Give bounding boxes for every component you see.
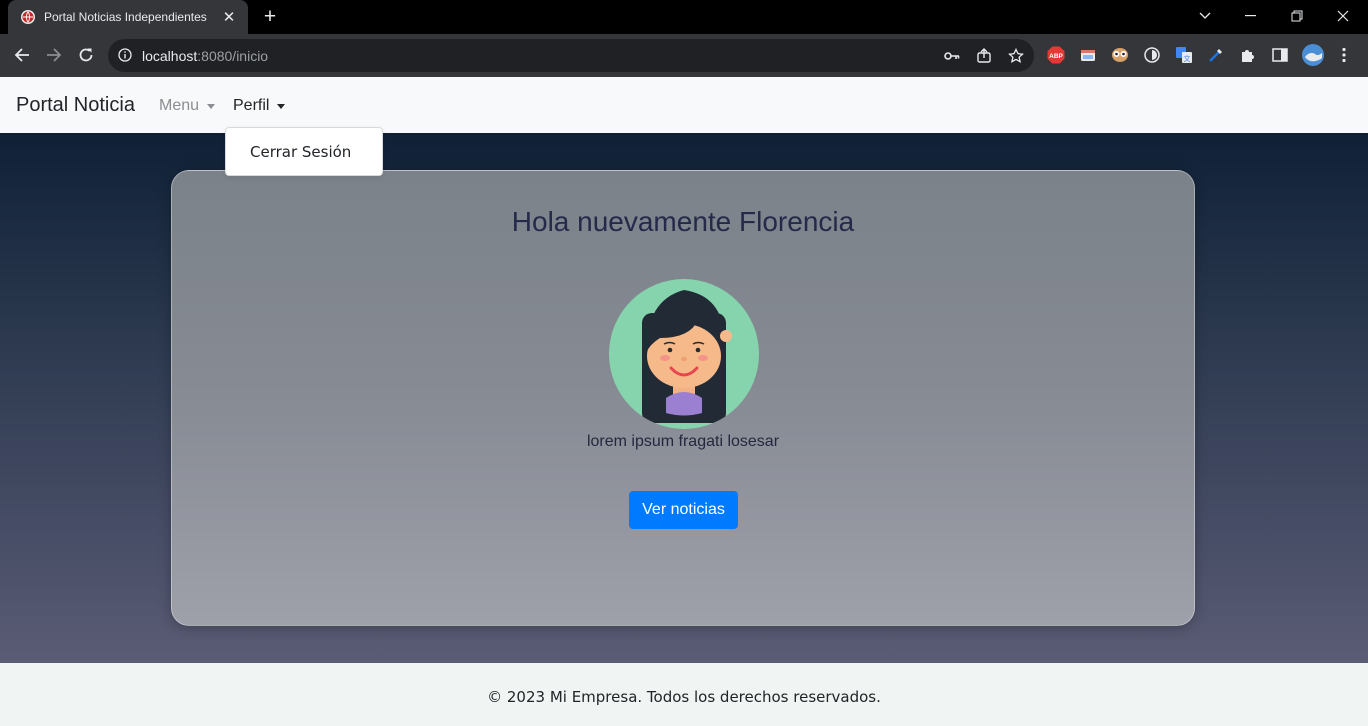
browser-tabstrip: Portal Noticias Independientes ✕ + bbox=[0, 0, 1368, 34]
restore-icon[interactable] bbox=[1274, 0, 1320, 32]
cerrar-sesion-item[interactable]: Cerrar Sesión bbox=[226, 143, 382, 161]
svg-text:文: 文 bbox=[1184, 54, 1191, 63]
perfil-dropdown-toggle[interactable]: Perfil bbox=[233, 97, 286, 115]
translate-extension-icon[interactable]: 文 bbox=[1174, 45, 1194, 65]
footer-copyright: © 2023 Mi Empresa. Todos los derechos re… bbox=[487, 688, 881, 706]
globe-favicon-icon bbox=[21, 10, 35, 24]
share-icon[interactable] bbox=[975, 47, 993, 65]
adblock-badge-text: ABP bbox=[1049, 53, 1063, 60]
site-info-icon[interactable] bbox=[118, 48, 132, 62]
navbar: Portal Noticia Menu Perfil bbox=[0, 77, 1368, 133]
browser-menu-icon[interactable] bbox=[1334, 45, 1354, 65]
extensions-puzzle-icon[interactable] bbox=[1238, 45, 1258, 65]
page-footer: © 2023 Mi Empresa. Todos los derechos re… bbox=[0, 663, 1368, 726]
chevron-down-icon bbox=[207, 104, 216, 109]
navbar-brand[interactable]: Portal Noticia bbox=[16, 94, 135, 117]
user-avatar bbox=[609, 279, 759, 429]
perfil-label: Perfil bbox=[233, 97, 270, 114]
welcome-card: Hola nuevamente Florencia lorem ipsum fr… bbox=[171, 170, 1195, 626]
minimize-icon[interactable] bbox=[1228, 0, 1274, 32]
window-extension-icon[interactable] bbox=[1078, 45, 1098, 65]
menu-dropdown-toggle[interactable]: Menu bbox=[159, 97, 216, 115]
forward-arrow-icon[interactable] bbox=[40, 41, 68, 69]
user-bio: lorem ipsum fragati losesar bbox=[586, 433, 780, 450]
browser-tab[interactable]: Portal Noticias Independientes ✕ bbox=[8, 0, 248, 34]
side-panel-icon[interactable] bbox=[1270, 45, 1290, 65]
chevron-down-icon bbox=[277, 104, 286, 109]
perfil-dropdown-menu: Cerrar Sesión bbox=[225, 127, 383, 176]
adblock-plus-icon[interactable]: ABP bbox=[1046, 45, 1066, 65]
welcome-heading: Hola nuevamente Florencia bbox=[511, 206, 855, 237]
key-icon[interactable] bbox=[943, 47, 961, 65]
web-page: Portal Noticia Menu Perfil Hola nuevamen… bbox=[0, 77, 1368, 726]
tab-search-chevron-icon[interactable] bbox=[1182, 0, 1228, 32]
back-arrow-icon[interactable] bbox=[8, 41, 36, 69]
color-picker-icon[interactable] bbox=[1206, 45, 1226, 65]
url-text: localhost:8080/inicio bbox=[142, 48, 268, 64]
browser-toolbar: localhost:8080/inicio ABP 文 bbox=[0, 34, 1368, 77]
profile-avatar-icon[interactable] bbox=[1301, 43, 1325, 67]
tab-close-icon[interactable]: ✕ bbox=[220, 8, 238, 26]
url-host: localhost bbox=[142, 48, 198, 64]
ver-noticias-button[interactable]: Ver noticias bbox=[629, 491, 738, 529]
new-tab-plus-icon[interactable]: + bbox=[260, 6, 280, 28]
url-path: :8080/inicio bbox=[197, 48, 269, 64]
reload-icon[interactable] bbox=[72, 41, 100, 69]
close-window-icon[interactable] bbox=[1320, 0, 1366, 32]
circle-extension-icon[interactable] bbox=[1142, 45, 1162, 65]
tab-title: Portal Noticias Independientes bbox=[44, 10, 207, 24]
bookmark-star-icon[interactable] bbox=[1007, 47, 1025, 65]
menu-label: Menu bbox=[159, 97, 200, 114]
address-bar[interactable]: localhost:8080/inicio bbox=[108, 39, 1034, 72]
owl-extension-icon[interactable] bbox=[1110, 45, 1130, 65]
hero-section: Hola nuevamente Florencia lorem ipsum fr… bbox=[0, 133, 1368, 663]
